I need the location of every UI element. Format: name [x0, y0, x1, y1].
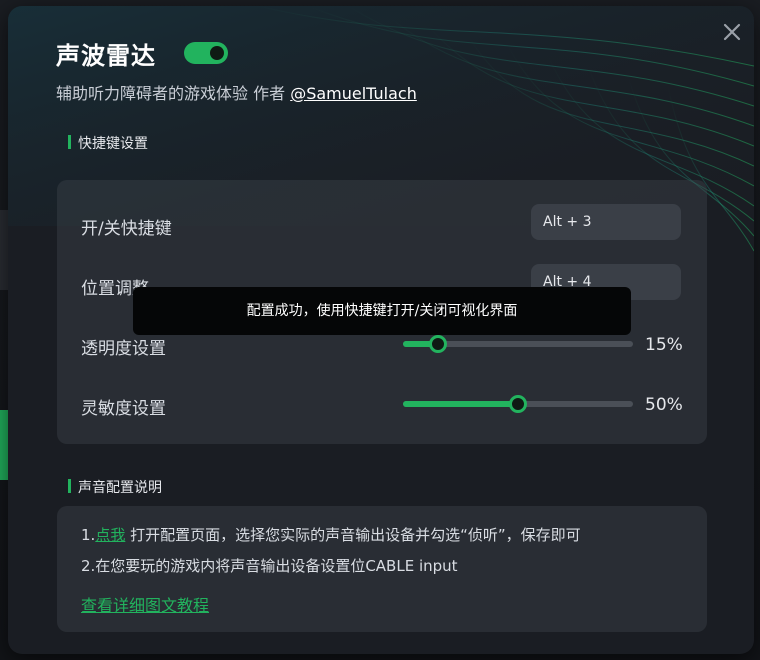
success-toast: 配置成功，使用快捷键打开/关闭可视化界面 [133, 287, 631, 335]
opacity-slider-thumb[interactable] [428, 335, 447, 353]
instruction-line-2: 2.在您要玩的游戏内将声音输出设备设置位CABLE input [81, 557, 458, 575]
app-title: 声波雷达 [56, 42, 156, 70]
sensitivity-label: 灵敏度设置 [81, 399, 166, 419]
shortcut-section-title: 快捷键设置 [68, 133, 148, 153]
subtitle-text: 辅助听力障碍者的游戏体验 作者 [56, 84, 291, 103]
subtitle: 辅助听力障碍者的游戏体验 作者 @SamuelTulach [56, 80, 417, 104]
opacity-value: 15% [645, 335, 683, 355]
open-config-link[interactable]: 点我 [95, 526, 125, 544]
sensitivity-value: 50% [645, 395, 683, 415]
instruction-line-1: 1.点我 打开配置页面，选择您实际的声音输出设备并勾选“侦听”，保存即可 [81, 524, 581, 545]
sonar-radar-dialog: 声波雷达 辅助听力障碍者的游戏体验 作者 @SamuelTulach 快捷键设置… [8, 6, 754, 654]
toggle-shortcut-label: 开/关快捷键 [81, 219, 172, 239]
toggle-knob [210, 46, 224, 60]
sound-section-title: 声音配置说明 [68, 477, 162, 497]
background-element [0, 210, 8, 290]
opacity-label: 透明度设置 [81, 339, 166, 359]
sensitivity-slider[interactable] [403, 395, 633, 413]
opacity-slider[interactable] [403, 335, 633, 353]
sound-panel: 1.点我 打开配置页面，选择您实际的声音输出设备并勾选“侦听”，保存即可 2.在… [57, 506, 707, 632]
instruction-line-1-text: 打开配置页面，选择您实际的声音输出设备并勾选“侦听”，保存即可 [125, 526, 581, 544]
instruction-step-number: 1. [81, 526, 96, 544]
sensitivity-slider-thumb[interactable] [509, 395, 527, 413]
tutorial-link[interactable]: 查看详细图文教程 [81, 592, 209, 616]
author-link[interactable]: @SamuelTulach [290, 84, 417, 103]
toggle-shortcut-input[interactable]: Alt + 3 [531, 204, 681, 240]
sensitivity-slider-fill [403, 401, 518, 407]
background-accent-strip [0, 410, 8, 480]
enable-toggle[interactable] [184, 42, 228, 64]
close-button[interactable] [718, 18, 746, 46]
close-icon [723, 23, 741, 41]
